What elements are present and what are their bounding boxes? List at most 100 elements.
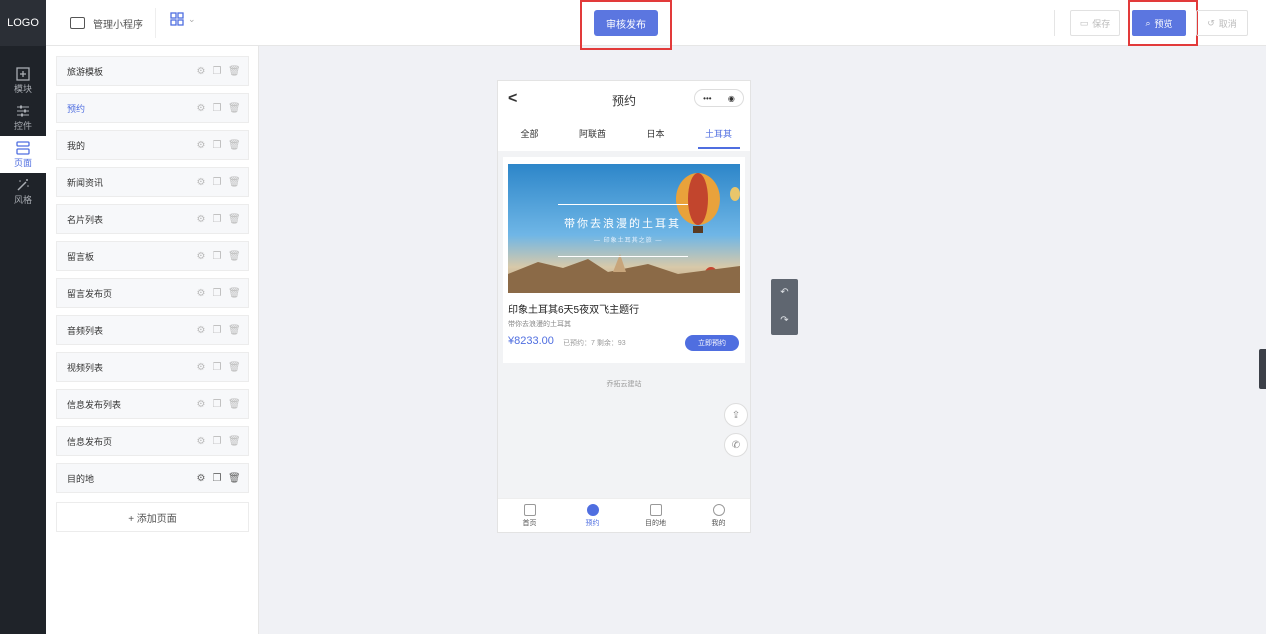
copy-icon[interactable]: ❐ (212, 140, 222, 151)
rail-item-controls[interactable]: 控件 (0, 99, 46, 136)
delete-icon[interactable]: 🗑 (228, 66, 241, 77)
delete-icon[interactable]: 🗑 (228, 288, 241, 299)
page-label: 旅游模板 (67, 66, 104, 77)
page-label: 信息发布页 (67, 436, 113, 447)
side-drawer-handle[interactable] (1259, 349, 1266, 389)
settings-icon[interactable]: ⚙ (196, 251, 206, 262)
card-subtitle: 带你去浪漫的土耳其 (508, 321, 571, 328)
grid-icon (170, 12, 184, 26)
settings-icon[interactable]: ⚙ (196, 177, 206, 188)
copy-icon[interactable]: ❐ (212, 362, 222, 373)
close-target-icon[interactable]: ◉ (728, 94, 735, 103)
save-button[interactable]: ▭ 保存 (1070, 10, 1120, 36)
copy-icon[interactable]: ❐ (212, 177, 222, 188)
settings-icon[interactable]: ⚙ (196, 66, 206, 77)
preview-button[interactable]: ⌕ 预览 (1132, 10, 1186, 36)
rail-label: 模块 (13, 83, 32, 94)
undo-icon: ↺ (1207, 17, 1215, 28)
nav-home[interactable]: 首页 (498, 499, 561, 532)
nav-label: 首页 (522, 519, 537, 527)
grid-menu-button[interactable]: ⌄ (170, 12, 196, 26)
audit-publish-button[interactable]: 审核发布 (594, 10, 658, 36)
delete-icon[interactable]: 🗑 (228, 214, 241, 225)
rail-item-modules[interactable]: 模块 (0, 62, 46, 99)
mini-program-capsule[interactable]: ••• ◉ (694, 89, 744, 107)
settings-icon[interactable]: ⚙ (196, 288, 206, 299)
copy-icon[interactable]: ❐ (212, 251, 222, 262)
copy-icon[interactable]: ❐ (212, 103, 222, 114)
copy-icon[interactable]: ❐ (212, 399, 222, 410)
page-item[interactable]: 留言发布页 ⚙ ❐ 🗑 (56, 278, 249, 308)
top-bar: 管理小程序 ⌄ 审核发布 ▭ 保存 ⌕ 预览 ↺ 取消 (46, 0, 1266, 50)
tab-all[interactable]: 全部 (498, 125, 561, 149)
tab-turkey[interactable]: 土耳其 (687, 125, 750, 149)
page-label: 目的地 (67, 473, 95, 484)
delete-icon[interactable]: 🗑 (228, 436, 241, 447)
rail-label: 风格 (13, 194, 32, 205)
copy-icon[interactable]: ❐ (212, 473, 222, 484)
delete-icon[interactable]: 🗑 (228, 251, 241, 262)
share-icon[interactable]: ⇪ (724, 403, 748, 427)
page-item[interactable]: 名片列表 ⚙ ❐ 🗑 (56, 204, 249, 234)
rail-item-pages[interactable]: 页面 (0, 136, 46, 173)
app-switcher[interactable]: 管理小程序 (58, 8, 156, 38)
delete-icon[interactable]: 🗑 (228, 325, 241, 336)
tab-uae[interactable]: 阿联酋 (561, 125, 624, 149)
nav-booking[interactable]: 预约 (561, 499, 624, 532)
redo-icon[interactable]: ↷ (771, 307, 798, 335)
page-item[interactable]: 目的地 ⚙ ❐ 🗑 (56, 463, 249, 493)
nav-label: 目的地 (645, 519, 666, 527)
chevron-down-icon: ⌄ (188, 13, 196, 24)
page-item[interactable]: 信息发布列表 ⚙ ❐ 🗑 (56, 389, 249, 419)
settings-icon[interactable]: ⚙ (196, 325, 206, 336)
page-item[interactable]: 信息发布页 ⚙ ❐ 🗑 (56, 426, 249, 456)
copy-icon[interactable]: ❐ (212, 288, 222, 299)
page-item[interactable]: 视频列表 ⚙ ❐ 🗑 (56, 352, 249, 382)
page-item[interactable]: 音频列表 ⚙ ❐ 🗑 (56, 315, 249, 345)
page-list-panel: 旅游模板 ⚙ ❐ 🗑 预约 ⚙ ❐ 🗑 我的 ⚙ ❐ 🗑 新闻资讯 ⚙ ❐ 🗑 名片列表 ⚙ ❐ 🗑 留言板 ⚙… (46, 46, 259, 634)
delete-icon[interactable]: 🗑 (228, 103, 241, 114)
copy-icon[interactable]: ❐ (212, 436, 222, 447)
settings-icon[interactable]: ⚙ (196, 473, 206, 484)
settings-icon[interactable]: ⚙ (196, 399, 206, 410)
delete-icon[interactable]: 🗑 (228, 362, 241, 373)
page-item[interactable]: 留言板 ⚙ ❐ 🗑 (56, 241, 249, 271)
delete-icon[interactable]: 🗑 (228, 140, 241, 151)
product-card[interactable]: 带你去浪漫的土耳其 — 印象土耳其之旅 — 印象土耳其6天5夜双飞主题行 带你去… (503, 157, 745, 363)
settings-icon[interactable]: ⚙ (196, 436, 206, 447)
delete-icon[interactable]: 🗑 (228, 473, 241, 484)
cancel-button[interactable]: ↺ 取消 (1196, 10, 1248, 36)
save-label: 保存 (1092, 18, 1111, 29)
page-item[interactable]: 旅游模板 ⚙ ❐ 🗑 (56, 56, 249, 86)
phone-preview: < 预约 ••• ◉ 全部 阿联酋 日本 土耳其 带你去浪漫的土耳其 — 印象土… (497, 80, 751, 533)
nav-mine[interactable]: 我的 (687, 499, 750, 532)
bottom-nav: 首页 预约 目的地 我的 (498, 498, 750, 532)
book-now-button[interactable]: 立即预约 (685, 335, 739, 351)
copy-icon[interactable]: ❐ (212, 214, 222, 225)
phone-call-icon[interactable]: ✆ (724, 433, 748, 457)
settings-icon[interactable]: ⚙ (196, 103, 206, 114)
page-item[interactable]: 我的 ⚙ ❐ 🗑 (56, 130, 249, 160)
add-page-button[interactable]: + 添加页面 (56, 502, 249, 532)
settings-icon[interactable]: ⚙ (196, 362, 206, 373)
settings-icon[interactable]: ⚙ (196, 140, 206, 151)
settings-icon[interactable]: ⚙ (196, 214, 206, 225)
tab-japan[interactable]: 日本 (624, 125, 687, 149)
divider (1054, 10, 1055, 36)
more-icon[interactable]: ••• (703, 94, 711, 103)
undo-redo-toolbar: ↶ ↷ (771, 279, 798, 335)
logo: LOGO (0, 0, 46, 46)
copy-icon[interactable]: ❐ (212, 66, 222, 77)
page-item[interactable]: 新闻资讯 ⚙ ❐ 🗑 (56, 167, 249, 197)
copy-icon[interactable]: ❐ (212, 325, 222, 336)
page-label: 留言发布页 (67, 288, 113, 299)
phone-header: < 预约 ••• ◉ 全部 阿联酋 日本 土耳其 (498, 81, 750, 151)
banner-image: 带你去浪漫的土耳其 — 印象土耳其之旅 — (508, 164, 740, 293)
undo-icon[interactable]: ↶ (771, 279, 798, 307)
delete-icon[interactable]: 🗑 (228, 399, 241, 410)
page-item[interactable]: 预约 ⚙ ❐ 🗑 (56, 93, 249, 123)
rail-item-style[interactable]: 风格 (0, 173, 46, 210)
page-label: 名片列表 (67, 214, 104, 225)
nav-destination[interactable]: 目的地 (624, 499, 687, 532)
delete-icon[interactable]: 🗑 (228, 177, 241, 188)
